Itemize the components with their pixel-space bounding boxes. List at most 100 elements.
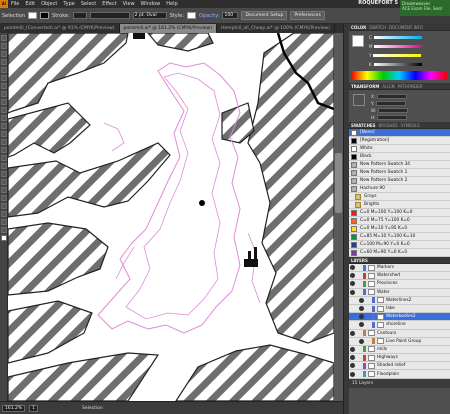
layer-row[interactable]: Live Paint Group xyxy=(349,338,450,346)
swatch-item[interactable]: Black xyxy=(349,153,450,161)
mesh-tool-icon[interactable] xyxy=(1,147,7,153)
color-row-k[interactable]: K xyxy=(369,61,447,67)
tab-swatches[interactable]: SWATCHES xyxy=(351,123,376,128)
visibility-eye-icon[interactable] xyxy=(359,338,364,344)
lock-toggle-icon[interactable] xyxy=(357,281,361,286)
tab-document-info[interactable]: DOCUMENT INFO xyxy=(389,25,423,30)
lock-toggle-icon[interactable] xyxy=(366,339,370,344)
visibility-eye-icon[interactable] xyxy=(350,355,355,361)
tab-swatch[interactable]: SWATCH xyxy=(369,25,386,30)
eyedropper-tool-icon[interactable] xyxy=(1,163,7,169)
visibility-eye-icon[interactable] xyxy=(350,281,355,287)
eraser-tool-icon[interactable] xyxy=(1,211,7,217)
gradient-tool-icon[interactable] xyxy=(1,155,7,161)
stroke-swatch[interactable] xyxy=(40,12,50,19)
lock-toggle-icon[interactable] xyxy=(366,314,370,319)
stroke-weight-field[interactable] xyxy=(72,12,87,19)
color-row-c[interactable]: C xyxy=(369,34,447,40)
layer-row[interactable]: mills xyxy=(349,346,450,355)
swatch-item[interactable]: [Registration] xyxy=(349,137,450,145)
visibility-eye-icon[interactable] xyxy=(359,322,364,328)
rotate-tool-icon[interactable] xyxy=(1,107,7,113)
document-setup-button[interactable]: Document Setup xyxy=(241,11,288,20)
layer-row[interactable]: Contours xyxy=(349,330,450,338)
tab-transform[interactable]: TRANSFORM xyxy=(351,84,379,89)
menu-effect[interactable]: Effect xyxy=(99,1,119,7)
slice-tool-icon[interactable] xyxy=(1,203,7,209)
free-transform-tool-icon[interactable] xyxy=(1,131,7,137)
pen-tool-icon[interactable] xyxy=(1,59,7,65)
shape-builder-tool-icon[interactable] xyxy=(1,139,7,145)
menu-file[interactable]: File xyxy=(8,1,22,7)
menu-object[interactable]: Object xyxy=(38,1,60,7)
lock-toggle-icon[interactable] xyxy=(357,347,361,352)
pencil-tool-icon[interactable] xyxy=(1,99,7,105)
layer-row[interactable]: Markers xyxy=(349,264,450,273)
zoom-tool-icon[interactable] xyxy=(1,227,7,233)
menu-type[interactable]: Type xyxy=(60,1,77,7)
visibility-eye-icon[interactable] xyxy=(350,371,355,377)
visibility-eye-icon[interactable] xyxy=(350,265,355,271)
menu-edit[interactable]: Edit xyxy=(22,1,38,7)
visibility-eye-icon[interactable] xyxy=(350,273,355,279)
direct-selection-tool-icon[interactable] xyxy=(1,43,7,49)
variable-width-field[interactable] xyxy=(89,12,130,19)
menu-view[interactable]: View xyxy=(120,1,138,7)
tab-document-1[interactable]: pointmill_(Converted).ai* @ 91% (CMYK/Pr… xyxy=(0,24,120,33)
transform-x[interactable]: X: xyxy=(371,93,447,99)
lock-toggle-icon[interactable] xyxy=(357,265,361,270)
lock-toggle-icon[interactable] xyxy=(366,298,370,303)
swatch-item[interactable]: New Pattern Swatch 2 xyxy=(349,177,450,185)
lock-toggle-icon[interactable] xyxy=(357,363,361,368)
graph-tool-icon[interactable] xyxy=(1,187,7,193)
preferences-button[interactable]: Preferences xyxy=(290,11,325,20)
lock-toggle-icon[interactable] xyxy=(357,372,361,377)
lock-toggle-icon[interactable] xyxy=(357,331,361,336)
hand-tool-icon[interactable] xyxy=(1,219,7,225)
scale-tool-icon[interactable] xyxy=(1,115,7,121)
layer-row[interactable]: Shaded relief xyxy=(349,362,450,371)
menu-select[interactable]: Select xyxy=(78,1,99,7)
type-tool-icon[interactable] xyxy=(1,67,7,73)
layer-row[interactable]: Waterlines2 xyxy=(349,297,450,305)
zoom-field[interactable]: 161.2% xyxy=(2,404,26,412)
layer-row[interactable]: Waterbodies2 xyxy=(349,313,450,322)
fill-stroke-icon[interactable] xyxy=(1,235,7,241)
swatch-group[interactable]: Brights xyxy=(349,201,450,209)
blend-tool-icon[interactable] xyxy=(1,171,7,177)
line-tool-icon[interactable] xyxy=(1,75,7,81)
layer-row[interactable]: Highways xyxy=(349,354,450,363)
scroll-thumb[interactable] xyxy=(335,153,342,213)
lock-toggle-icon[interactable] xyxy=(357,290,361,295)
swatch-group[interactable]: Grays xyxy=(349,193,450,201)
transform-h[interactable]: H: xyxy=(371,114,447,120)
transform-w[interactable]: W: xyxy=(371,107,447,113)
rectangle-tool-icon[interactable] xyxy=(1,83,7,89)
reference-point-icon[interactable] xyxy=(353,94,365,106)
tab-layers[interactable]: LAYERS xyxy=(351,258,368,263)
layer-row[interactable]: Water xyxy=(349,289,450,297)
lock-toggle-icon[interactable] xyxy=(366,322,370,327)
lock-toggle-icon[interactable] xyxy=(357,273,361,278)
tab-pathfinder[interactable]: PATHFINDER xyxy=(398,84,423,89)
tab-brushes[interactable]: BRUSHES xyxy=(379,123,398,128)
visibility-eye-icon[interactable] xyxy=(350,289,355,295)
swatch-item[interactable]: C=0 M=75 Y=100 K=0 xyxy=(349,217,450,225)
paintbrush-tool-icon[interactable] xyxy=(1,91,7,97)
tab-color[interactable]: COLOR xyxy=(351,25,366,30)
visibility-eye-icon[interactable] xyxy=(350,330,355,336)
swatch-item[interactable]: New Pattern Swatch 1 xyxy=(349,169,450,177)
width-tool-icon[interactable] xyxy=(1,123,7,129)
swatch-item[interactable]: White xyxy=(349,145,450,153)
layer-row[interactable]: Provinces xyxy=(349,280,450,289)
visibility-eye-icon[interactable] xyxy=(350,363,355,369)
fill-swatch[interactable] xyxy=(28,12,38,19)
menu-help[interactable]: Help xyxy=(163,1,180,7)
lock-toggle-icon[interactable] xyxy=(366,306,370,311)
page-field[interactable]: 1 xyxy=(29,404,39,412)
tab-document-2[interactable]: pointmill.ai* @ 161.2% (CMYK/Preview) xyxy=(119,24,218,33)
swatch-item[interactable]: C=100 M=90 Y=0 K=0 xyxy=(349,241,450,249)
brush-profile-field[interactable]: 2 pt. Oval xyxy=(132,12,167,19)
artboard-tool-icon[interactable] xyxy=(1,195,7,201)
swatch-item[interactable]: C=0 M=10 Y=95 K=0 xyxy=(349,225,450,233)
